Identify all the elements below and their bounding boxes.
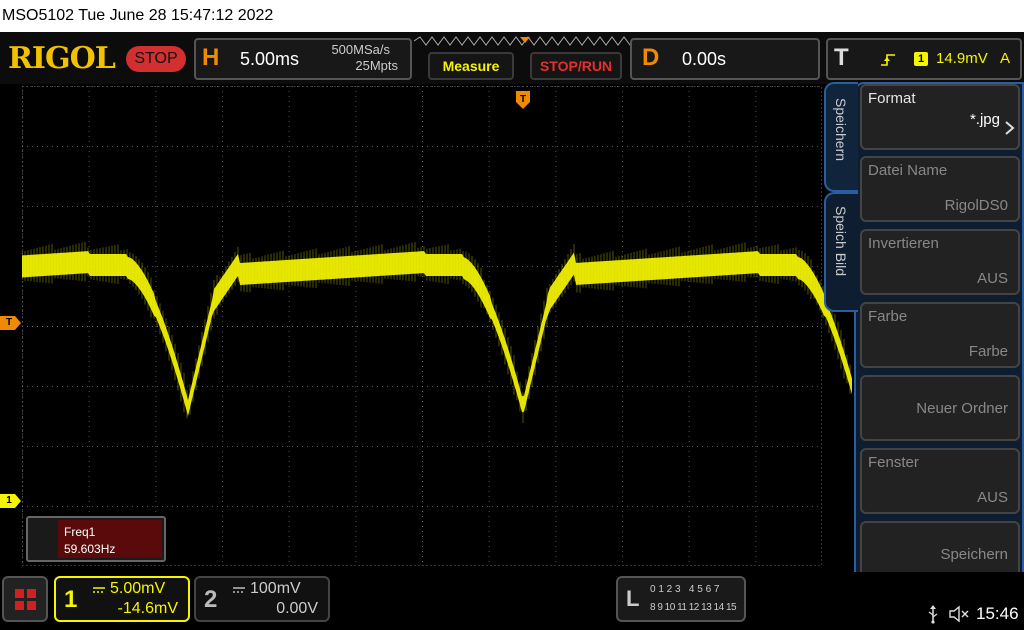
tab-speichern[interactable]: Speichern <box>824 82 858 192</box>
menu-item-invert[interactable]: Invertieren AUS <box>860 229 1020 295</box>
brand-logo: RIGOL <box>8 41 116 76</box>
trigger-panel[interactable]: T 1 14.9mV A <box>826 38 1022 80</box>
menu-item-window[interactable]: Fenster AUS <box>860 448 1020 514</box>
ch1-waveform <box>22 241 852 423</box>
measure-button[interactable]: Measure <box>428 52 514 80</box>
menu-item-new-folder[interactable]: Neuer Ordner <box>860 375 1020 441</box>
logic-analyzer-panel[interactable]: L 0 1 2 3 4 5 6 7 8 9 10 11 12 13 14 15 <box>616 576 746 622</box>
trigger-position-letter: T <box>519 94 527 105</box>
save-menu: Speichern Speich Bild Format *.jpg Datei… <box>824 82 1024 592</box>
ch2-scale: 100mV <box>250 580 301 597</box>
delay-panel[interactable]: D 0.00s <box>630 38 820 80</box>
measurement-name: Freq1 <box>64 525 96 539</box>
menu-item-color[interactable]: Farbe Farbe <box>860 302 1020 368</box>
logic-channels-high: 8 9 10 11 12 13 14 15 <box>650 602 737 613</box>
delay-letter: D <box>642 44 660 71</box>
ch2-info[interactable]: 2 100mV 0.00V <box>194 576 330 622</box>
trigger-coupling: A <box>1000 50 1011 67</box>
delay-value: 0.00s <box>682 49 727 69</box>
measurement-value: 59.603Hz <box>64 542 116 556</box>
dc-coupling-icon <box>233 587 245 593</box>
logic-letter: L <box>626 586 640 611</box>
timebase-value: 5.00ms <box>240 49 300 69</box>
ch2-offset: 0.00V <box>276 600 318 617</box>
memory-depth: 25Mpts <box>355 58 398 73</box>
clock: 15:46 <box>976 604 1019 623</box>
mute-icon[interactable] <box>948 605 970 623</box>
ch1-scale: 5.00mV <box>110 580 166 597</box>
measurement-readout: Freq1 59.603Hz <box>58 520 162 558</box>
logic-channels-low: 0 1 2 3 4 5 6 7 <box>650 584 720 595</box>
bottom-bar: 1 5.00mV -14.6mV 2 100mV 0.00V L 0 1 2 3… <box>0 572 1024 630</box>
trigger-level-letter: T <box>5 317 13 328</box>
trigger-position-bar <box>414 36 636 46</box>
trigger-level: 14.9mV <box>936 50 988 67</box>
measurement-box[interactable]: Freq1 59.603Hz <box>26 516 166 562</box>
run-state-indicator[interactable]: STOP <box>126 46 186 72</box>
grid-menu-icon <box>15 589 36 610</box>
menu-item-file-name[interactable]: Datei Name RigolDS0 <box>860 156 1020 222</box>
usb-icon <box>928 605 938 624</box>
sample-rate: 500MSa/s <box>331 42 390 57</box>
trigger-source: 1 <box>914 52 928 66</box>
title-bar: MSO5102 Tue June 28 15:47:12 2022 <box>0 0 1024 32</box>
tab-speich-bild[interactable]: Speich Bild <box>824 192 858 312</box>
horizontal-panel[interactable]: H 5.00ms 500MSa/s 25Mpts <box>194 38 412 80</box>
ch1-offset-letter: 1 <box>6 495 12 506</box>
horizontal-letter: H <box>202 44 220 71</box>
device-datetime: MSO5102 Tue June 28 15:47:12 2022 <box>2 7 274 24</box>
ch1-number: 1 <box>64 586 78 613</box>
rising-edge-icon <box>881 54 895 66</box>
menu-item-format[interactable]: Format *.jpg <box>860 84 1020 150</box>
trigger-letter: T <box>834 44 849 71</box>
ch2-number: 2 <box>204 586 218 613</box>
top-control-bar: RIGOL STOP H 5.00ms 500MSa/s 25Mpts Meas… <box>0 32 1024 84</box>
dc-coupling-icon <box>93 587 105 593</box>
ch1-info[interactable]: 1 5.00mV -14.6mV <box>54 576 190 622</box>
stop-run-button[interactable]: STOP/RUN <box>530 52 622 80</box>
ch1-offset: -14.6mV <box>117 600 178 617</box>
chevron-right-icon <box>1005 121 1015 135</box>
app-menu-button[interactable] <box>2 576 48 622</box>
